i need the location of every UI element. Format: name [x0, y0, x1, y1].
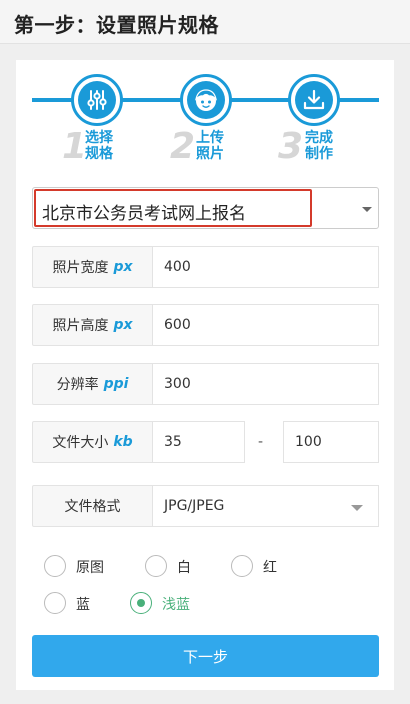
radio-white[interactable]	[145, 555, 167, 577]
chevron-down-icon	[351, 505, 363, 511]
download-icon	[303, 89, 325, 110]
height-input[interactable]: 600	[152, 304, 379, 346]
resolution-label: 分辨率 ppi	[32, 363, 153, 405]
step-3-circle	[288, 74, 340, 126]
step-1-circle	[71, 74, 123, 126]
radio-blue[interactable]	[44, 592, 66, 614]
radio-original-label[interactable]: 原图	[76, 557, 104, 577]
radio-light-blue[interactable]	[130, 592, 152, 614]
header-bar: 第一步：设置照片规格	[0, 0, 410, 44]
chevron-down-icon	[362, 207, 372, 212]
radio-blue-label[interactable]: 蓝	[76, 594, 90, 614]
filesize-max-input[interactable]: 100	[283, 421, 379, 463]
step-1-label: 选择规格	[85, 130, 113, 162]
step-2-circle	[180, 74, 232, 126]
step-3-number: 3	[278, 126, 304, 167]
radio-red[interactable]	[231, 555, 253, 577]
next-step-button[interactable]: 下一步	[32, 635, 379, 677]
filesize-unit: kb	[113, 434, 133, 450]
radio-white-label[interactable]: 白	[177, 557, 191, 577]
width-unit: px	[113, 259, 133, 275]
sliders-icon	[87, 90, 107, 110]
filesize-separator: -	[258, 434, 264, 450]
filesize-label: 文件大小 kb	[32, 421, 153, 463]
format-label: 文件格式	[32, 485, 153, 527]
format-select[interactable]: JPG/JPEG	[152, 485, 379, 527]
step-2-number: 2	[170, 126, 196, 167]
radio-checked-dot	[137, 599, 145, 607]
resolution-input[interactable]: 300	[152, 363, 379, 405]
radio-light-blue-label[interactable]: 浅蓝	[162, 594, 190, 614]
height-label: 照片高度 px	[32, 304, 153, 346]
page-title: 第一步：设置照片规格	[14, 13, 219, 37]
radio-red-label[interactable]: 红	[263, 557, 277, 577]
width-input[interactable]: 400	[152, 246, 379, 288]
resolution-unit: ppi	[103, 376, 129, 392]
width-label: 照片宽度 px	[32, 246, 153, 288]
radio-original[interactable]	[44, 555, 66, 577]
format-select-value: JPG/JPEG	[164, 498, 225, 514]
step-2-label: 上传照片	[196, 130, 224, 162]
region-select-value: 北京市公务员考试网上报名	[42, 204, 246, 224]
filesize-min-input[interactable]: 35	[152, 421, 245, 463]
step-3-label: 完成制作	[305, 130, 333, 162]
height-unit: px	[113, 317, 133, 333]
step-1-number: 1	[62, 126, 88, 167]
face-icon	[194, 89, 218, 111]
